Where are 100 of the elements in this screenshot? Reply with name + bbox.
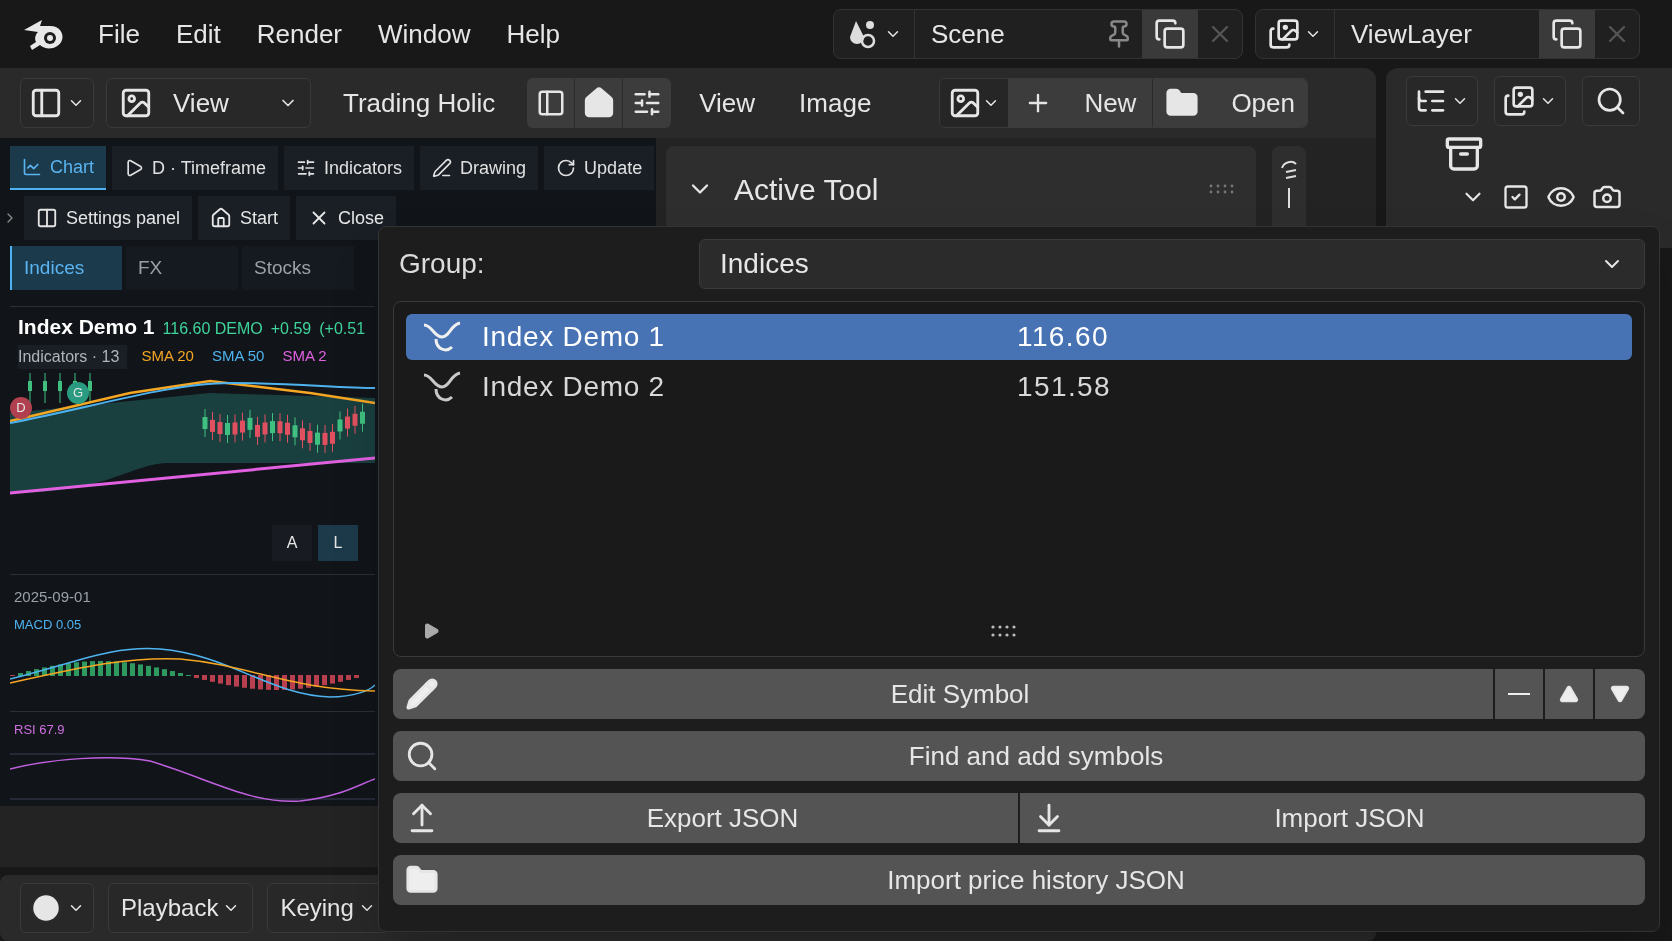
- histogram-bar: [306, 674, 311, 688]
- duplicate-button[interactable]: [1142, 10, 1198, 58]
- scale-toggle[interactable]: L: [318, 525, 358, 561]
- find-symbols-button[interactable]: Find and add symbols: [393, 731, 1645, 781]
- histogram-bar: [138, 663, 143, 676]
- view-layer-selector[interactable]: ViewLayer: [1255, 9, 1640, 59]
- symbol-name: Index Demo 1: [482, 320, 666, 354]
- group-tab[interactable]: Indices: [10, 246, 122, 290]
- image-icon: [119, 86, 153, 120]
- candle: [322, 424, 328, 454]
- sliders-icon: [296, 158, 317, 178]
- histogram-bar: [194, 674, 199, 678]
- toolbar-tab[interactable]: Drawing: [420, 146, 539, 190]
- group-dropdown[interactable]: Indices: [699, 239, 1645, 289]
- toolbar-tab[interactable]: Update: [544, 146, 655, 190]
- import-json-button[interactable]: Import JSON: [1020, 793, 1645, 843]
- histogram-bar: [354, 674, 359, 678]
- filter-button[interactable]: [1494, 76, 1566, 126]
- histogram-bar: [26, 670, 31, 676]
- histogram-bar: [274, 674, 279, 690]
- view-dropdown[interactable]: View: [106, 78, 311, 128]
- home-icon: [210, 207, 233, 229]
- toolbar-tab[interactable]: Chart: [10, 146, 106, 190]
- symbol-row[interactable]: Index Demo 2 151.58: [406, 364, 1632, 410]
- candle: [210, 411, 215, 441]
- images-icon: [1503, 85, 1535, 117]
- editor-title: Trading Holic: [342, 86, 497, 120]
- histogram-bar: [314, 674, 319, 687]
- triangle-down-icon: [1610, 684, 1630, 704]
- image-browse-button[interactable]: [940, 79, 1009, 127]
- display-mode-button[interactable]: [1406, 76, 1478, 126]
- candle: [43, 372, 47, 404]
- export-json-button[interactable]: Export JSON: [393, 793, 1018, 843]
- editor-type-button[interactable]: [20, 883, 94, 933]
- indicators-label: Indicators · 13: [18, 344, 128, 369]
- histogram-bar: [90, 660, 95, 676]
- date-label: 2025-09-01: [13, 588, 92, 605]
- action-button[interactable]: Start: [198, 196, 291, 240]
- histogram-bar: [170, 670, 175, 676]
- triangle-up-icon: [1559, 684, 1579, 704]
- symbol-price: 116.60: [1017, 320, 1109, 354]
- histogram-bar: [114, 661, 119, 676]
- histogram-bar: [226, 674, 231, 685]
- duplicate-button[interactable]: [1539, 10, 1595, 58]
- candle: [337, 410, 343, 440]
- open-button[interactable]: Open: [1153, 79, 1307, 127]
- candle: [360, 403, 365, 433]
- menu-item[interactable]: Edit: [171, 14, 225, 54]
- minus-icon: [1508, 693, 1530, 695]
- group-tab[interactable]: Stocks: [242, 246, 354, 290]
- menu-item[interactable]: File: [94, 14, 144, 54]
- histogram-bar: [58, 663, 63, 676]
- histogram-bar: [202, 674, 207, 680]
- scene-selector[interactable]: Scene: [833, 9, 1243, 59]
- candle: [58, 372, 62, 404]
- menu-item[interactable]: Help: [502, 14, 564, 54]
- editor-icon: [29, 86, 63, 120]
- menu-item[interactable]: Image: [783, 83, 888, 123]
- play-icon[interactable]: [422, 622, 440, 640]
- new-button[interactable]: New: [1008, 79, 1154, 127]
- search-icon: [1595, 85, 1627, 117]
- toolbar-tab[interactable]: D · Timeframe: [112, 146, 279, 190]
- view-layer-name[interactable]: ViewLayer: [1335, 14, 1539, 54]
- import-history-button[interactable]: Import price history JSON: [393, 855, 1645, 905]
- grip-icon[interactable]: [990, 625, 1018, 637]
- candle: [307, 422, 313, 452]
- panel-toggle-button[interactable]: [527, 78, 576, 128]
- histogram-bar: [18, 672, 23, 676]
- group-tab[interactable]: FX: [126, 246, 238, 290]
- symbol-name: Index Demo 2: [482, 370, 666, 404]
- menu-item[interactable]: Render: [252, 14, 346, 54]
- move-down-button[interactable]: [1595, 669, 1645, 719]
- candle: [292, 416, 298, 446]
- action-button[interactable]: Close: [296, 196, 397, 240]
- edit-symbol-button[interactable]: Edit Symbol: [393, 669, 1493, 719]
- histogram-bar: [162, 668, 167, 676]
- panel-title: Active Tool: [734, 171, 880, 208]
- chart-tool-button[interactable]: [623, 78, 672, 128]
- checkbox-icon[interactable]: [1502, 183, 1530, 211]
- grip-icon[interactable]: [1208, 184, 1236, 194]
- move-up-button[interactable]: [1545, 669, 1593, 719]
- chart-marker: D: [10, 397, 32, 419]
- editor-type-button[interactable]: [20, 78, 94, 128]
- candle: [270, 412, 275, 442]
- symbol-price: 151.58: [1017, 370, 1112, 404]
- scale-toggle[interactable]: A: [272, 525, 312, 561]
- images-icon: [1268, 18, 1300, 50]
- home-button[interactable]: [575, 78, 624, 128]
- menu-item[interactable]: Window: [374, 14, 475, 54]
- histogram-bar: [98, 660, 103, 676]
- toolbar-tab[interactable]: Indicators: [284, 146, 415, 190]
- menu-item[interactable]: View: [683, 83, 772, 123]
- histogram-bar: [298, 674, 303, 689]
- scene-name[interactable]: Scene: [915, 14, 1096, 54]
- timeline-menu[interactable]: Playback: [108, 883, 254, 933]
- search-button[interactable]: [1582, 76, 1640, 126]
- candle: [345, 408, 350, 438]
- symbol-row[interactable]: Index Demo 1 116.60: [406, 314, 1632, 360]
- action-button[interactable]: Settings panel: [24, 196, 193, 240]
- copy-icon: [1551, 18, 1583, 50]
